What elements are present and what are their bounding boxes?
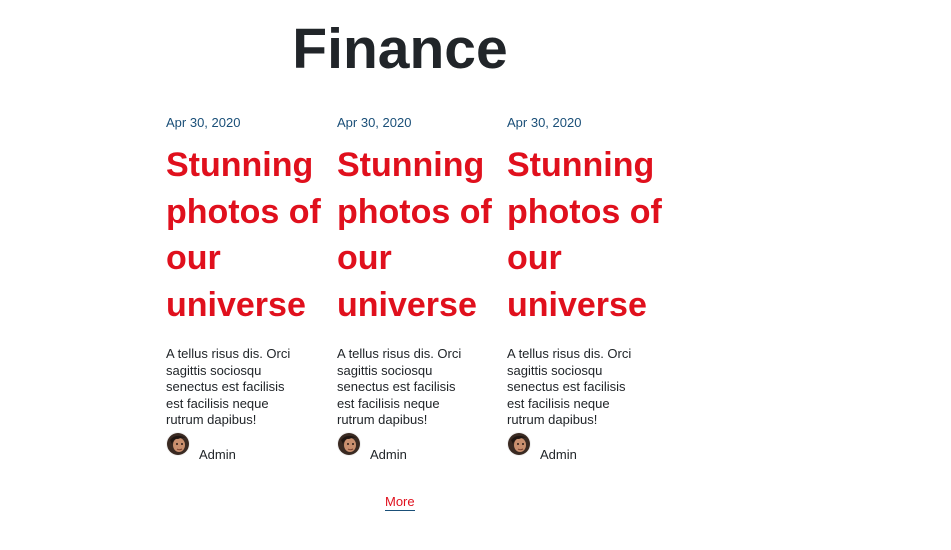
- author-avatar-icon[interactable]: [507, 432, 531, 456]
- post-grid: Apr 30, 2020 Stunning photos of our univ…: [166, 114, 686, 464]
- author-avatar-icon[interactable]: [337, 432, 361, 456]
- post-excerpt: A tellus risus dis. Orci sagittis socios…: [166, 346, 291, 427]
- post-card: Apr 30, 2020 Stunning photos of our univ…: [507, 114, 672, 462]
- post-date[interactable]: Apr 30, 2020: [166, 114, 331, 132]
- author-name[interactable]: Admin: [370, 447, 407, 463]
- post-date[interactable]: Apr 30, 2020: [507, 114, 672, 132]
- post-author[interactable]: Admin: [507, 432, 667, 462]
- author-name[interactable]: Admin: [540, 447, 577, 463]
- post-author[interactable]: Admin: [166, 432, 326, 462]
- post-title[interactable]: Stunning photos of our universe: [507, 142, 672, 328]
- post-excerpt: A tellus risus dis. Orci sagittis socios…: [337, 346, 462, 427]
- post-card: Apr 30, 2020 Stunning photos of our univ…: [166, 114, 331, 462]
- author-name[interactable]: Admin: [199, 447, 236, 463]
- post-date[interactable]: Apr 30, 2020: [337, 114, 502, 132]
- more-link[interactable]: More: [385, 494, 415, 511]
- post-card: Apr 30, 2020 Stunning photos of our univ…: [337, 114, 502, 462]
- post-title[interactable]: Stunning photos of our universe: [337, 142, 502, 328]
- post-title[interactable]: Stunning photos of our universe: [166, 142, 331, 328]
- section-title: Finance: [292, 17, 508, 81]
- author-avatar-icon[interactable]: [166, 432, 190, 456]
- post-excerpt: A tellus risus dis. Orci sagittis socios…: [507, 346, 632, 427]
- post-author[interactable]: Admin: [337, 432, 497, 462]
